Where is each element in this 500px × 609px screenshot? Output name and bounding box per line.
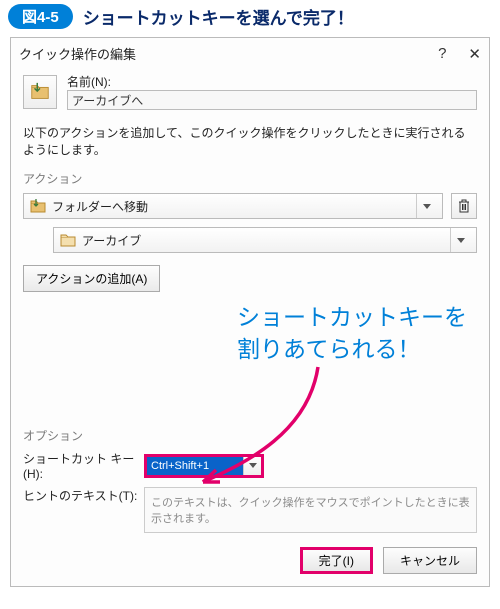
help-button[interactable]: ? <box>438 45 446 62</box>
hint-text-input[interactable]: このテキストは、クイック操作をマウスでポイントしたときに表示されます。 <box>144 487 477 533</box>
hint-placeholder: このテキストは、クイック操作をマウスでポイントしたときに表示されます。 <box>151 497 470 525</box>
figure-title: ショートカットキーを選んで完了！ <box>83 4 354 29</box>
figure-badge: 図4-5 <box>8 4 73 29</box>
trash-icon <box>458 199 470 213</box>
instruction-text: 以下のアクションを追加して、このクイック操作をクリックしたときに実行されるように… <box>23 124 477 158</box>
folder-icon <box>60 232 76 248</box>
finish-button[interactable]: 完了(I) <box>300 547 373 574</box>
shortcut-key-label: ショートカット キー(H): <box>23 450 138 481</box>
name-row: 名前(N): <box>23 73 477 110</box>
quick-steps-edit-dialog: クイック操作の編集 ? ✕ 名前(N): 以下のアクションを追加して、このクイッ… <box>10 37 490 587</box>
name-label: 名前(N): <box>67 73 477 90</box>
quick-step-icon[interactable] <box>23 75 57 109</box>
move-folder-icon <box>29 81 51 103</box>
section-options-label: オプション <box>23 427 477 444</box>
dialog-button-row: 完了(I) キャンセル <box>23 547 477 574</box>
annotation-area: ショートカットキーを 割りあてられる！ <box>23 302 477 427</box>
chevron-down-icon <box>416 194 436 218</box>
chevron-down-icon <box>450 228 470 252</box>
cancel-button[interactable]: キャンセル <box>383 547 477 574</box>
figure-header: 図4-5 ショートカットキーを選んで完了！ <box>0 0 500 37</box>
action-type-label: フォルダーへ移動 <box>52 198 148 215</box>
target-folder-dropdown[interactable]: アーカイブ <box>53 227 477 253</box>
delete-action-button[interactable] <box>451 193 477 219</box>
dialog-title: クイック操作の編集 <box>19 44 136 63</box>
chevron-down-icon <box>243 457 261 475</box>
name-input[interactable] <box>67 90 477 110</box>
shortcut-key-dropdown[interactable]: Ctrl+Shift+1 <box>144 454 264 478</box>
annotation-text: ショートカットキーを 割りあてられる！ <box>237 302 467 366</box>
shortcut-key-value: Ctrl+Shift+1 <box>147 457 243 475</box>
add-action-button[interactable]: アクションの追加(A) <box>23 265 160 292</box>
dialog-titlebar: クイック操作の編集 ? ✕ <box>19 44 481 63</box>
move-folder-icon <box>30 198 46 214</box>
section-action-label: アクション <box>23 170 477 187</box>
close-button[interactable]: ✕ <box>468 45 481 63</box>
action-type-dropdown[interactable]: フォルダーへ移動 <box>23 193 443 219</box>
target-folder-label: アーカイブ <box>82 232 141 249</box>
hint-text-label: ヒントのテキスト(T): <box>23 487 138 504</box>
